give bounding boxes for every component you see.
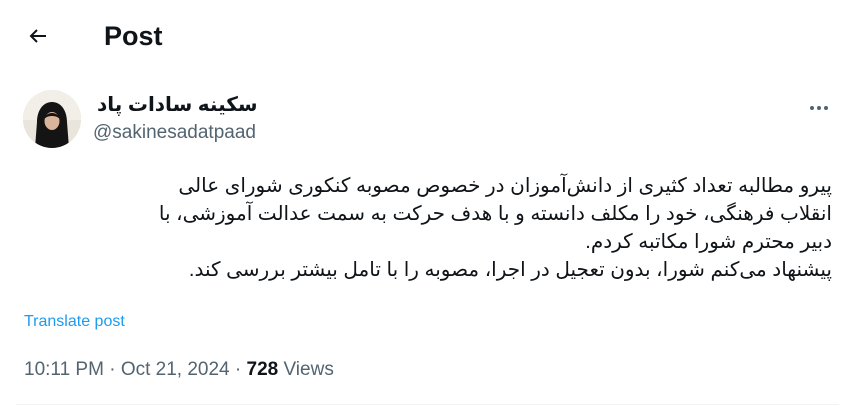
arrow-left-icon — [29, 29, 46, 43]
views-count: 728 — [246, 359, 279, 380]
divider — [16, 404, 839, 405]
views-label: Views — [278, 359, 334, 380]
tweet-text-line: دبیر محترم شورا مکاتبه کردم. — [585, 231, 832, 253]
tweet-text-line: پیرو مطالبه تعداد کثیری از دانش‌آموزان د… — [178, 175, 832, 197]
meta-separator: · — [229, 359, 247, 380]
tweet-text-line: پیشنهاد می‌کنم شورا، بدون تعجیل در اجرا،… — [188, 259, 832, 281]
post-date[interactable]: Oct 21, 2024 — [121, 359, 230, 380]
page-title: Post — [104, 21, 163, 51]
avatar-image — [23, 90, 81, 148]
author-handle[interactable]: @sakinesadatpaad — [93, 121, 256, 145]
post-header: Post — [0, 0, 855, 72]
back-button[interactable] — [20, 18, 56, 54]
meta-separator: · — [103, 359, 121, 380]
tweet-text: پیرو مطالبه تعداد کثیری از دانش‌آموزان د… — [24, 172, 832, 284]
more-horizontal-icon — [810, 106, 828, 110]
post-time[interactable]: 10:11 PM — [24, 359, 104, 380]
more-options-button[interactable] — [799, 90, 839, 126]
post-metadata: 10:11 PM · Oct 21, 2024 · 728 Views — [24, 357, 334, 383]
avatar[interactable] — [23, 90, 81, 148]
tweet-text-line: انقلاب فرهنگی، خود را مکلف دانسته و با ه… — [158, 203, 832, 225]
translate-post-link[interactable]: Translate post — [24, 311, 125, 333]
author-name[interactable]: سکینه سادات پاد — [97, 92, 258, 118]
